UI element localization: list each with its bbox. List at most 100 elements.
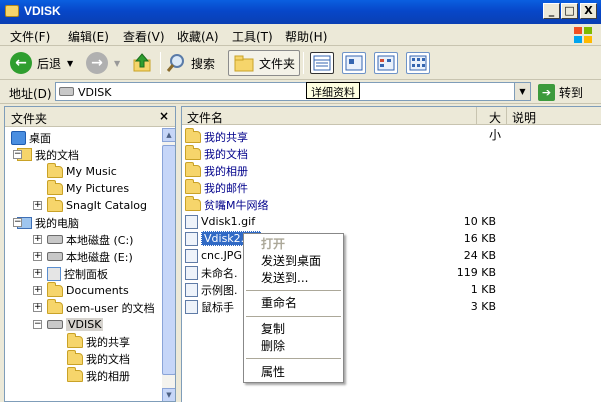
tree-item-label: 控制面板 [64,267,108,281]
tree-item[interactable]: 桌面 [11,129,51,146]
column-header-size[interactable]: 大小 [477,107,507,142]
view-tooltip: 详细资料 [306,82,360,99]
tree-item[interactable]: My Music [47,162,117,180]
column-header-description[interactable]: 说明 [507,107,601,125]
icons-view-button[interactable] [406,52,430,74]
menu-file[interactable]: 文件(F) [10,28,50,45]
collapse-icon[interactable]: − [13,218,22,227]
folder-pane-close-icon[interactable]: × [159,109,169,123]
address-bar: 地址(D) VDISK ▼ ➔ 转到 [0,80,601,104]
file-size: 24 KB [463,249,496,262]
toolbar: ← 后退 ▼ → ▼ 搜索 文件夹 [0,46,601,80]
tree-item[interactable]: 我的电脑 [17,214,79,231]
ctx-properties[interactable]: 属性 [244,364,343,380]
scroll-down-icon[interactable]: ▼ [162,388,175,401]
tree-item[interactable]: 我的文档 [67,349,130,367]
tiles-view-button[interactable] [374,52,398,74]
expand-icon[interactable]: + [33,252,42,261]
go-button[interactable]: ➔ 转到 [538,83,583,101]
file-row[interactable]: Vdisk1.gif 10 KB [185,213,502,230]
back-label: 后退 [37,56,62,71]
tree-item[interactable]: My Pictures [47,179,129,197]
back-dropdown-icon[interactable]: ▼ [67,59,73,68]
expand-icon[interactable]: + [33,269,42,278]
tree-item[interactable]: 我的相册 [67,366,130,384]
expand-icon[interactable]: + [33,286,42,295]
file-name: 我的共享 [204,130,248,144]
expand-icon[interactable]: + [33,303,42,312]
address-dropdown-icon[interactable]: ▼ [514,83,530,100]
tree-item[interactable]: 本地磁盘 (E:) [47,248,133,265]
back-button[interactable]: ← 后退 ▼ [10,50,73,76]
ctx-open[interactable]: 打开 [244,236,343,252]
tree-item[interactable]: 我的共享 [67,332,130,350]
folder-icon [67,366,83,382]
expand-icon[interactable]: + [33,235,42,244]
tree-item-label: 我的文档 [86,352,130,366]
folders-button[interactable]: 文件夹 [228,50,301,76]
ctx-send-to[interactable]: 发送到... [244,270,343,286]
folder-pane-title: 文件夹 [11,112,48,126]
file-name: 未命名. [201,266,238,280]
collapse-icon[interactable]: − [13,150,22,159]
windows-logo-icon [574,27,592,43]
ctx-copy[interactable]: 复制 [244,321,343,337]
ctx-send-to-desktop[interactable]: 发送到桌面 [244,253,343,269]
menu-view[interactable]: 查看(V) [123,28,165,45]
toolbar-separator [160,52,161,74]
folder-pane-scrollbar[interactable]: ▲ ▼ [162,128,175,401]
folder-icon [5,5,19,17]
address-input[interactable]: VDISK ▼ [55,82,531,101]
forward-button[interactable]: → ▼ [86,50,120,76]
scroll-up-icon[interactable]: ▲ [162,128,175,142]
folders-label: 文件夹 [259,56,296,71]
file-size: 16 KB [463,232,496,245]
folder-pane-header: 文件夹 × [5,107,175,127]
address-label: 地址(D) [9,87,52,101]
tree-item[interactable]: VDISK [47,316,104,333]
tree-item[interactable]: 控制面板 [47,265,108,282]
file-icon [185,282,198,297]
tree-item-label: 我的相册 [86,369,130,383]
tree-item[interactable]: 本地磁盘 (C:) [47,231,133,248]
file-name: 贫嘴M牛网络 [204,198,269,212]
tree-item-label: 本地磁盘 (E:) [66,250,133,264]
maximize-button[interactable]: □ [561,3,578,19]
folder-icon [185,195,201,211]
thumbnails-view-icon [345,55,363,71]
file-icon [185,248,198,263]
folder-pane: 文件夹 × 桌面 我的文档 − My Music My Pictures SnagIt C… [4,106,176,402]
file-row[interactable]: 我的文档 [185,144,502,162]
file-row[interactable]: 我的相册 [185,161,502,179]
scroll-thumb[interactable] [162,145,175,375]
file-size: 3 KB [470,300,496,313]
file-row[interactable]: 我的邮件 [185,178,502,196]
ctx-delete[interactable]: 删除 [244,338,343,354]
search-label: 搜索 [191,56,216,71]
menu-favorites[interactable]: 收藏(A) [177,28,219,45]
menu-edit[interactable]: 编辑(E) [68,28,109,45]
expand-icon[interactable]: + [33,201,42,210]
menu-help[interactable]: 帮助(H) [285,28,327,45]
minimize-button[interactable]: _ [543,3,560,19]
column-header-name[interactable]: 文件名 [182,107,477,125]
tree-item-label: 本地磁盘 (C:) [66,233,134,247]
ctx-rename[interactable]: 重命名 [244,295,343,311]
ctx-separator [246,290,341,291]
tree-item[interactable]: oem-user 的文档 [47,298,155,316]
forward-dropdown-icon[interactable]: ▼ [114,59,120,68]
tree-item[interactable]: 我的文档 [17,146,79,163]
folder-icon [185,127,201,143]
folder-icon [47,298,63,314]
file-row[interactable]: 我的共享 [185,127,502,145]
menu-tools[interactable]: 工具(T) [232,28,273,45]
collapse-icon[interactable]: − [33,320,42,329]
tree-item[interactable]: Documents [47,281,129,299]
tree-item[interactable]: SnagIt Catalog [47,196,147,214]
file-row[interactable]: 贫嘴M牛网络 [185,195,502,213]
search-button[interactable]: 搜索 [165,50,215,76]
close-button[interactable]: X [580,3,597,19]
up-button[interactable] [131,50,153,76]
details-view-button[interactable] [310,52,334,74]
thumbnails-view-button[interactable] [342,52,366,74]
